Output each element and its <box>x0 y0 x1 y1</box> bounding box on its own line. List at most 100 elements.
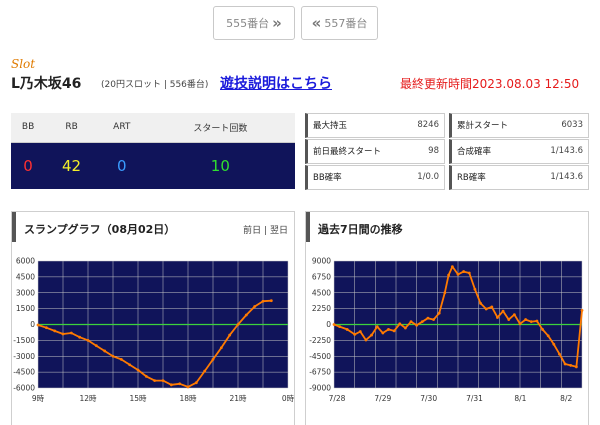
data-point <box>387 328 390 331</box>
stat-label: 累計スタート <box>457 121 509 132</box>
data-point <box>415 323 419 327</box>
data-point <box>392 329 396 333</box>
data-point <box>44 326 48 330</box>
data-point <box>345 328 349 331</box>
stats-right: 累計スタート 6033 合成確率 1/143.6 RB確率 1/143.6 <box>449 113 589 191</box>
data-point <box>144 374 148 378</box>
data-point <box>261 299 265 303</box>
data-point <box>211 358 215 361</box>
data-point <box>447 273 451 277</box>
x-tick-label: 15時 <box>129 394 147 403</box>
stat-label: 最大持玉 <box>313 121 348 132</box>
y-tick-label: 0 <box>30 320 35 329</box>
data-point <box>563 362 567 366</box>
data-point <box>219 346 223 350</box>
stat-label: BB確率 <box>313 173 342 184</box>
weekly-chart: 90006750450022500-2250-4500-6750-90007/2… <box>309 257 584 403</box>
y-tick-label: 6000 <box>16 257 35 266</box>
prev-machine-label: 555番台 <box>226 17 270 30</box>
data-point <box>36 323 40 327</box>
stat-value: 98 <box>428 146 439 157</box>
y-tick-label: -9000 <box>309 384 331 393</box>
data-point <box>580 308 584 312</box>
stat-prev-final-start: 前日最終スタート 98 <box>305 139 445 164</box>
slump-graph-title: スランプグラフ（08月02日） <box>24 223 176 236</box>
day-nav: 前日 | 翌日 <box>243 223 288 236</box>
data-point <box>574 365 578 369</box>
y-tick-label: -2250 <box>309 336 331 345</box>
category-label: Slot <box>11 57 36 71</box>
data-point <box>364 338 368 342</box>
data-point <box>203 369 207 373</box>
header-start: スタート回数 <box>145 113 295 143</box>
stat-value: 1/0.0 <box>417 172 439 183</box>
prev-machine-button[interactable]: 555番台 » <box>213 6 295 40</box>
data-point <box>546 334 550 338</box>
data-point <box>462 270 466 273</box>
data-point <box>370 333 373 337</box>
data-point <box>426 316 430 320</box>
data-point <box>103 349 107 353</box>
data-point <box>111 354 115 358</box>
data-point <box>496 316 499 319</box>
data-point <box>161 379 165 382</box>
weekly-trend-title: 過去7日間の推移 <box>318 223 403 236</box>
panel-header: スランプグラフ（08月02日） 前日 | 翌日 <box>12 212 294 242</box>
data-point <box>473 287 477 291</box>
data-point <box>244 313 248 317</box>
data-point <box>338 325 342 329</box>
stat-label: RB確率 <box>457 173 486 184</box>
x-tick-label: 0時 <box>282 394 295 403</box>
next-machine-button[interactable]: « 557番台 <box>301 6 378 40</box>
data-point <box>136 368 140 372</box>
data-point <box>529 320 533 324</box>
y-tick-label: -3000 <box>13 352 35 361</box>
data-point <box>119 358 123 361</box>
stat-value: 1/143.6 <box>550 172 583 183</box>
data-point <box>353 332 357 336</box>
data-point <box>420 320 424 324</box>
data-point <box>53 329 57 333</box>
weekly-trend-panel: 過去7日間の推移 9000 6750 4500 2250 0 -2250 -4500 -675… <box>305 211 589 425</box>
data-point <box>169 383 173 387</box>
slump-graph-panel: スランプグラフ（08月02日） 前日 | 翌日 6000 4500 3000 1500… <box>11 211 295 425</box>
slump-chart: 6000 4500 3000 1500 0 -1500 -3000 -4500 -60009時 1… <box>13 257 295 404</box>
data-point <box>535 319 539 323</box>
data-point <box>569 364 573 367</box>
machine-header: Slot L乃木坂46 (20円スロット | 556番台) 遊技説明はこちら 最… <box>11 57 600 97</box>
stat-combined-rate: 合成確率 1/143.6 <box>449 139 589 164</box>
day-nav-separator: | <box>264 226 268 236</box>
data-point <box>403 326 407 330</box>
data-point <box>375 325 379 329</box>
guide-link[interactable]: 遊技説明はこちら <box>220 73 332 93</box>
bb-count: 0 <box>11 142 46 189</box>
header-art: ART <box>97 113 146 143</box>
rb-count: 42 <box>45 142 98 189</box>
data-point <box>490 305 494 309</box>
stat-bb-rate: BB確率 1/0.0 <box>305 165 445 190</box>
data-point <box>194 381 198 385</box>
y-tick-label: 3000 <box>16 288 35 297</box>
next-day-link[interactable]: 翌日 <box>270 226 288 236</box>
start-count: 10 <box>145 142 295 189</box>
data-point <box>467 271 471 275</box>
data-point <box>409 320 413 324</box>
stat-max-balls: 最大持玉 8246 <box>305 113 445 138</box>
stat-value: 1/143.6 <box>550 146 583 157</box>
machine-info: (20円スロット | 556番台) <box>101 80 209 90</box>
stat-label: 合成確率 <box>457 147 492 158</box>
y-tick-label: -6750 <box>309 368 331 377</box>
x-tick-label: 8/1 <box>514 394 526 403</box>
data-point <box>432 318 435 321</box>
stat-value: 6033 <box>561 120 583 131</box>
x-tick-label: 21時 <box>229 394 247 403</box>
prev-day-link[interactable]: 前日 <box>243 226 261 236</box>
y-tick-label: -4500 <box>309 352 331 361</box>
data-point <box>332 323 336 326</box>
y-tick-label: 6750 <box>312 272 331 281</box>
data-point <box>86 338 90 342</box>
stats-left: 最大持玉 8246 前日最終スタート 98 BB確率 1/0.0 <box>305 113 445 191</box>
double-chevron-left-icon: « <box>311 14 322 32</box>
data-point <box>178 382 182 386</box>
data-point <box>269 299 273 303</box>
